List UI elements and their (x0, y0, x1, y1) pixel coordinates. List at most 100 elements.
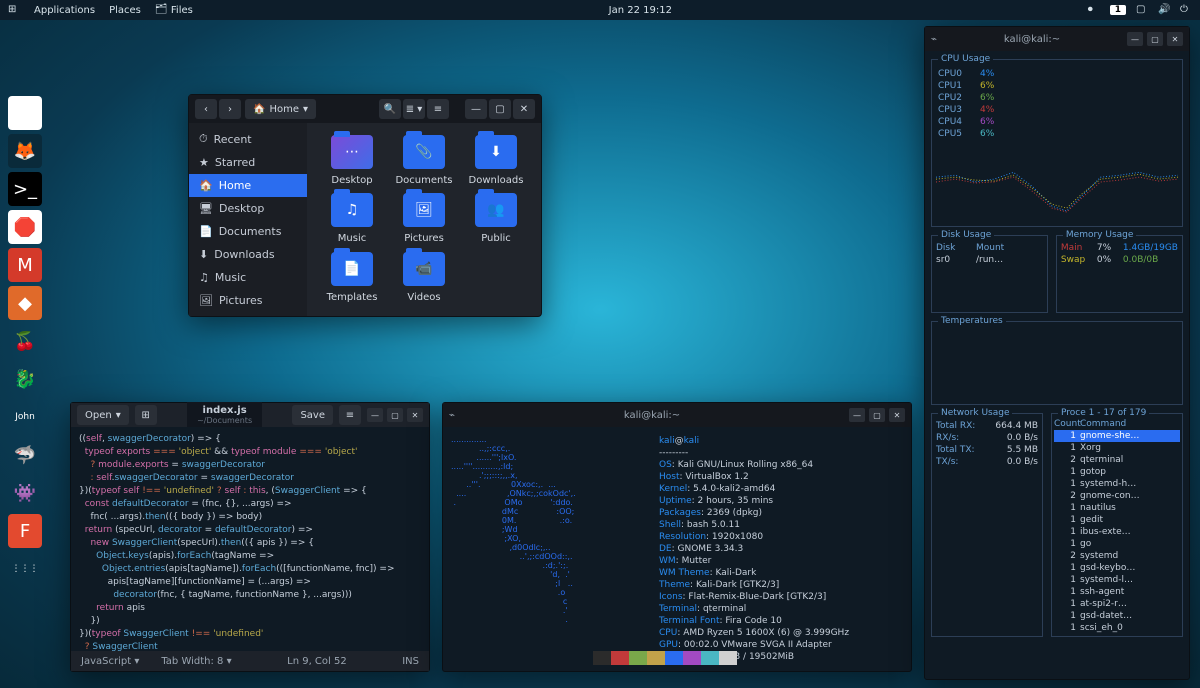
clock[interactable]: Jan 22 19:12 (609, 5, 672, 16)
workspace-indicator[interactable]: 1 (1110, 5, 1126, 15)
nav-back-button[interactable]: ‹ (195, 99, 217, 119)
code-area[interactable]: ((self, swaggerDecorator) => { typeof ex… (71, 427, 429, 651)
open-button[interactable]: Open ▾ (77, 405, 129, 425)
process-row[interactable]: 2qterminal (1054, 454, 1180, 466)
folder-label: Public (481, 233, 511, 244)
menu-places[interactable]: Places (109, 5, 141, 16)
process-row[interactable]: 1gsd-datet… (1054, 610, 1180, 622)
folder-downloads[interactable]: ⬇Downloads (463, 135, 529, 187)
folder-desktop[interactable]: ⋯Desktop (319, 135, 385, 187)
recording-icon[interactable]: ⏺ (1088, 4, 1100, 16)
dock-msf[interactable]: M (8, 248, 42, 282)
mon-maximize[interactable]: ▢ (1147, 32, 1163, 46)
location-bar[interactable]: 🏠Home▾ (245, 99, 316, 119)
menu-files[interactable]: 🗂Files (155, 4, 193, 16)
folder-templates[interactable]: 📄Templates (319, 252, 385, 304)
dock-security-tool[interactable]: 🛑 (8, 210, 42, 244)
folder-label: Videos (407, 292, 440, 303)
term-minimize[interactable]: — (849, 408, 865, 422)
insert-mode[interactable]: INS (402, 656, 419, 667)
process-row[interactable]: 1gedit (1054, 514, 1180, 526)
language-selector[interactable]: JavaScript ▾ (81, 656, 139, 667)
menu-files-label: Files (171, 5, 193, 16)
process-row[interactable]: 1gnome-she… (1054, 430, 1180, 442)
sidebar-item-icon: 🖥 (199, 202, 213, 215)
process-row[interactable]: 2gnome-con… (1054, 490, 1180, 502)
dock-faraday[interactable]: F (8, 514, 42, 548)
sidebar-item-label: Recent (214, 133, 252, 146)
minimize-button[interactable]: — (465, 99, 487, 119)
mon-minimize[interactable]: — (1127, 32, 1143, 46)
dock-firefox[interactable]: 🦊 (8, 134, 42, 168)
network-usage-box: Network Usage Total RX:664.4 MBRX/s:0.0 … (931, 413, 1043, 637)
view-toggle-button[interactable]: ≣ ▾ (403, 99, 425, 119)
search-button[interactable]: 🔍 (379, 99, 401, 119)
process-row[interactable]: 1ssh-agent (1054, 586, 1180, 598)
sidebar-item-icon: ⬇ (199, 248, 208, 261)
editor-close[interactable]: ✕ (407, 408, 423, 422)
sidebar-item-starred[interactable]: ★Starred (189, 151, 307, 174)
folder-label: Pictures (404, 233, 444, 244)
process-row[interactable]: 1Xorg (1054, 442, 1180, 454)
folder-pictures[interactable]: 🖼Pictures (391, 193, 457, 245)
sidebar-item-label: Pictures (219, 294, 263, 307)
sidebar-item-documents[interactable]: 📄Documents (189, 220, 307, 243)
process-list-box[interactable]: Proce 1 - 17 of 179 CountCommand 1gnome-… (1051, 413, 1183, 637)
dock-cherrytree[interactable]: 🍒 (8, 324, 42, 358)
close-button[interactable]: ✕ (513, 99, 535, 119)
nav-forward-button[interactable]: › (219, 99, 241, 119)
dock-terminal[interactable]: >_ (8, 172, 42, 206)
process-row[interactable]: 1go (1054, 538, 1180, 550)
dock-show-apps[interactable]: ⋮⋮⋮ (8, 552, 42, 586)
editor-minimize[interactable]: — (367, 408, 383, 422)
power-icon[interactable]: ⏻ (1180, 4, 1192, 16)
folder-label: Templates (327, 292, 378, 303)
term-maximize[interactable]: ▢ (869, 408, 885, 422)
folder-videos[interactable]: 📹Videos (391, 252, 457, 304)
sidebar-item-icon: ⏱ (199, 132, 208, 146)
terminal-body[interactable]: .............. ..,;:ccc,. ......''';lxO.… (443, 427, 911, 671)
process-row[interactable]: 1systemd-l… (1054, 574, 1180, 586)
dock-burp[interactable]: ◆ (8, 286, 42, 320)
maximize-icon[interactable]: ▢ (1136, 4, 1148, 16)
sidebar-item-recent[interactable]: ⏱ Recent (189, 127, 307, 151)
dock-ettercap[interactable]: 👾 (8, 476, 42, 510)
dock-files-app[interactable]: 🗂 (8, 96, 42, 130)
process-row[interactable]: 1gsd-keybo… (1054, 562, 1180, 574)
ascii-art: .............. ..,;:ccc,. ......''';lxO.… (451, 435, 651, 663)
volume-icon[interactable]: 🔊 (1158, 4, 1170, 16)
new-tab-button[interactable]: ⊞ (135, 405, 157, 425)
sidebar-item-home[interactable]: 🏠Home (189, 174, 307, 197)
menu-applications[interactable]: Applications (34, 5, 95, 16)
dock-wireshark[interactable]: 🦈 (8, 438, 42, 472)
sidebar-item-pictures[interactable]: 🖼Pictures (189, 289, 307, 312)
editor-maximize[interactable]: ▢ (387, 408, 403, 422)
tabwidth-selector[interactable]: Tab Width: 8 ▾ (161, 656, 231, 667)
process-row[interactable]: 1ibus-exte… (1054, 526, 1180, 538)
sidebar-item-music[interactable]: ♫Music (189, 266, 307, 289)
process-row[interactable]: 1gotop (1054, 466, 1180, 478)
dock-john[interactable]: John (8, 400, 42, 434)
process-row[interactable]: 2systemd (1054, 550, 1180, 562)
dock-hydra[interactable]: 🐉 (8, 362, 42, 396)
activities-icon[interactable]: ⊞ (8, 4, 20, 16)
folder-documents[interactable]: 📎Documents (391, 135, 457, 187)
mon-close[interactable]: ✕ (1167, 32, 1183, 46)
editor-hamburger-button[interactable]: ≡ (339, 405, 361, 425)
folder-label: Documents (395, 175, 452, 186)
sidebar-item-downloads[interactable]: ⬇Downloads (189, 243, 307, 266)
process-row[interactable]: 1systemd-h… (1054, 478, 1180, 490)
save-button[interactable]: Save (292, 405, 333, 425)
sidebar-item-desktop[interactable]: 🖥Desktop (189, 197, 307, 220)
editor-tab[interactable]: index.js ~/Documents (187, 402, 262, 428)
process-row[interactable]: 1nautilus (1054, 502, 1180, 514)
maximize-button[interactable]: ▢ (489, 99, 511, 119)
editor-window: Open ▾ ⊞ index.js ~/Documents Save ≡ — ▢… (70, 402, 430, 672)
process-row[interactable]: 1scsi_eh_0 (1054, 622, 1180, 634)
temperatures-box: Temperatures (931, 321, 1183, 405)
folder-public[interactable]: 👥Public (463, 193, 529, 245)
term-close[interactable]: ✕ (889, 408, 905, 422)
process-row[interactable]: 1at-spi2-r… (1054, 598, 1180, 610)
folder-music[interactable]: ♫Music (319, 193, 385, 245)
hamburger-button[interactable]: ≡ (427, 99, 449, 119)
